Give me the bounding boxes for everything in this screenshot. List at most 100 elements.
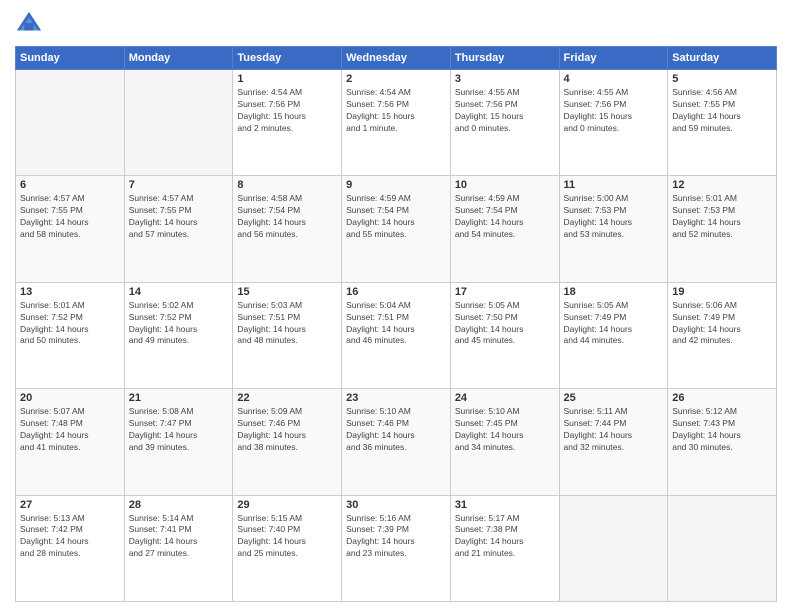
day-number: 22 (237, 392, 337, 404)
calendar-header-row: SundayMondayTuesdayWednesdayThursdayFrid… (16, 47, 777, 70)
calendar-cell: 2Sunrise: 4:54 AM Sunset: 7:56 PM Daylig… (342, 70, 451, 176)
calendar-week-3: 13 Sunrise: 5:01 AM Sunset: 7:52 PM Dayli… (16, 282, 777, 388)
day-number: 2 (346, 73, 446, 85)
calendar-week-2: 6 Sunrise: 4:57 AM Sunset: 7:55 PM Daylig… (16, 176, 777, 282)
day-info: Sunrise: 5:05 AM Sunset: 7:49 PM Dayligh… (564, 300, 664, 348)
weekday-header-saturday: Saturday (668, 47, 777, 70)
day-info: Sunrise: 4:57 AM Sunset: 7:55 PM Dayligh… (129, 193, 229, 241)
day-info: Sunrise: 5:12 AM Sunset: 7:43 PM Dayligh… (672, 406, 772, 454)
day-number: 16 (346, 286, 446, 298)
day-info: Sunrise: 5:07 AM Sunset: 7:48 PM Dayligh… (20, 406, 120, 454)
day-number: 10 (455, 179, 555, 191)
calendar-table: SundayMondayTuesdayWednesdayThursdayFrid… (15, 46, 777, 602)
day-info: Sunrise: 5:01 AM Sunset: 7:53 PM Dayligh… (672, 193, 772, 241)
calendar-cell (124, 70, 233, 176)
calendar-cell: 10 Sunrise: 4:59 AM Sunset: 7:54 PM Dayli… (450, 176, 559, 282)
calendar-cell: 15Sunrise: 5:03 AM Sunset: 7:51 PM Dayli… (233, 282, 342, 388)
day-number: 21 (129, 392, 229, 404)
calendar-cell (16, 70, 125, 176)
calendar-cell: 9 Sunrise: 4:59 AM Sunset: 7:54 PM Daylig… (342, 176, 451, 282)
day-number: 25 (564, 392, 664, 404)
weekday-header-wednesday: Wednesday (342, 47, 451, 70)
day-number: 29 (237, 499, 337, 511)
day-info: Sunrise: 5:09 AM Sunset: 7:46 PM Dayligh… (237, 406, 337, 454)
day-number: 3 (455, 73, 555, 85)
calendar-cell (559, 495, 668, 601)
day-number: 27 (20, 499, 120, 511)
calendar-cell: 8 Sunrise: 4:58 AM Sunset: 7:54 PM Daylig… (233, 176, 342, 282)
day-number: 8 (237, 179, 337, 191)
logo (15, 10, 47, 38)
day-number: 23 (346, 392, 446, 404)
day-number: 6 (20, 179, 120, 191)
calendar-cell: 20 Sunrise: 5:07 AM Sunset: 7:48 PM Dayli… (16, 389, 125, 495)
calendar-cell: 14 Sunrise: 5:02 AM Sunset: 7:52 PM Dayli… (124, 282, 233, 388)
day-number: 1 (237, 73, 337, 85)
logo-icon (15, 10, 43, 38)
day-info: Sunrise: 5:05 AM Sunset: 7:50 PM Dayligh… (455, 300, 555, 348)
day-number: 18 (564, 286, 664, 298)
calendar-cell: 1 Sunrise: 4:54 AM Sunset: 7:56 PM Daylig… (233, 70, 342, 176)
day-number: 19 (672, 286, 772, 298)
calendar-cell: 5Sunrise: 4:56 AM Sunset: 7:55 PM Daylig… (668, 70, 777, 176)
day-number: 11 (564, 179, 664, 191)
day-number: 13 (20, 286, 120, 298)
day-number: 7 (129, 179, 229, 191)
calendar-cell: 16 Sunrise: 5:04 AM Sunset: 7:51 PM Dayli… (342, 282, 451, 388)
day-info: Sunrise: 5:00 AM Sunset: 7:53 PM Dayligh… (564, 193, 664, 241)
calendar-cell: 18 Sunrise: 5:05 AM Sunset: 7:49 PM Dayli… (559, 282, 668, 388)
day-info: Sunrise: 5:08 AM Sunset: 7:47 PM Dayligh… (129, 406, 229, 454)
header (15, 10, 777, 38)
calendar-cell: 30 Sunrise: 5:16 AM Sunset: 7:39 PM Dayli… (342, 495, 451, 601)
day-info: Sunrise: 5:10 AM Sunset: 7:45 PM Dayligh… (455, 406, 555, 454)
calendar-cell: 6Sunrise: 4:57 AM Sunset: 7:55 PM Daylig… (16, 176, 125, 282)
calendar-cell (668, 495, 777, 601)
page: SundayMondayTuesdayWednesdayThursdayFrid… (0, 0, 792, 612)
weekday-header-sunday: Sunday (16, 47, 125, 70)
day-info: Sunrise: 4:55 AM Sunset: 7:56 PM Dayligh… (564, 87, 664, 135)
day-number: 15 (237, 286, 337, 298)
day-info: Sunrise: 4:59 AM Sunset: 7:54 PM Dayligh… (455, 193, 555, 241)
calendar-cell: 23 Sunrise: 5:10 AM Sunset: 7:46 PM Dayli… (342, 389, 451, 495)
day-number: 14 (129, 286, 229, 298)
day-number: 24 (455, 392, 555, 404)
day-info: Sunrise: 4:54 AM Sunset: 7:56 PM Dayligh… (237, 87, 337, 135)
calendar-cell: 25 Sunrise: 5:11 AM Sunset: 7:44 PM Dayli… (559, 389, 668, 495)
calendar-week-1: 1 Sunrise: 4:54 AM Sunset: 7:56 PM Daylig… (16, 70, 777, 176)
calendar-cell: 19 Sunrise: 5:06 AM Sunset: 7:49 PM Dayli… (668, 282, 777, 388)
day-info: Sunrise: 4:55 AM Sunset: 7:56 PM Dayligh… (455, 87, 555, 135)
day-number: 26 (672, 392, 772, 404)
day-info: Sunrise: 5:04 AM Sunset: 7:51 PM Dayligh… (346, 300, 446, 348)
calendar-week-4: 20 Sunrise: 5:07 AM Sunset: 7:48 PM Dayli… (16, 389, 777, 495)
day-number: 30 (346, 499, 446, 511)
calendar-cell: 29Sunrise: 5:15 AM Sunset: 7:40 PM Dayli… (233, 495, 342, 601)
calendar-cell: 22 Sunrise: 5:09 AM Sunset: 7:46 PM Dayli… (233, 389, 342, 495)
day-info: Sunrise: 5:16 AM Sunset: 7:39 PM Dayligh… (346, 513, 446, 561)
day-info: Sunrise: 5:13 AM Sunset: 7:42 PM Dayligh… (20, 513, 120, 561)
day-number: 17 (455, 286, 555, 298)
weekday-header-tuesday: Tuesday (233, 47, 342, 70)
day-number: 12 (672, 179, 772, 191)
calendar-cell: 4Sunrise: 4:55 AM Sunset: 7:56 PM Daylig… (559, 70, 668, 176)
calendar-cell: 7 Sunrise: 4:57 AM Sunset: 7:55 PM Daylig… (124, 176, 233, 282)
weekday-header-monday: Monday (124, 47, 233, 70)
day-info: Sunrise: 5:01 AM Sunset: 7:52 PM Dayligh… (20, 300, 120, 348)
calendar-cell: 26 Sunrise: 5:12 AM Sunset: 7:43 PM Dayli… (668, 389, 777, 495)
day-info: Sunrise: 4:58 AM Sunset: 7:54 PM Dayligh… (237, 193, 337, 241)
day-info: Sunrise: 5:14 AM Sunset: 7:41 PM Dayligh… (129, 513, 229, 561)
day-info: Sunrise: 5:06 AM Sunset: 7:49 PM Dayligh… (672, 300, 772, 348)
calendar-cell: 17 Sunrise: 5:05 AM Sunset: 7:50 PM Dayli… (450, 282, 559, 388)
day-info: Sunrise: 5:02 AM Sunset: 7:52 PM Dayligh… (129, 300, 229, 348)
day-number: 20 (20, 392, 120, 404)
day-info: Sunrise: 4:59 AM Sunset: 7:54 PM Dayligh… (346, 193, 446, 241)
calendar-cell: 24 Sunrise: 5:10 AM Sunset: 7:45 PM Dayli… (450, 389, 559, 495)
day-info: Sunrise: 5:11 AM Sunset: 7:44 PM Dayligh… (564, 406, 664, 454)
weekday-header-friday: Friday (559, 47, 668, 70)
day-number: 9 (346, 179, 446, 191)
calendar-cell: 27 Sunrise: 5:13 AM Sunset: 7:42 PM Dayli… (16, 495, 125, 601)
calendar-cell: 12 Sunrise: 5:01 AM Sunset: 7:53 PM Dayli… (668, 176, 777, 282)
day-info: Sunrise: 5:17 AM Sunset: 7:38 PM Dayligh… (455, 513, 555, 561)
day-info: Sunrise: 5:10 AM Sunset: 7:46 PM Dayligh… (346, 406, 446, 454)
calendar-cell: 21 Sunrise: 5:08 AM Sunset: 7:47 PM Dayli… (124, 389, 233, 495)
day-number: 31 (455, 499, 555, 511)
